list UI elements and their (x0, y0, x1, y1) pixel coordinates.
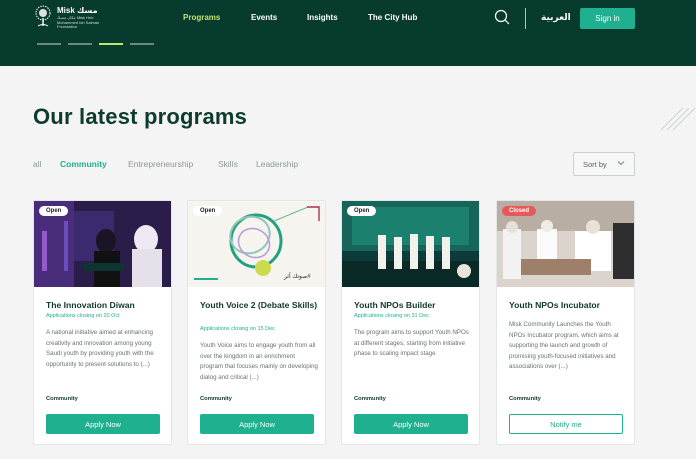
closing-date: Applications closing on 15 Dec (200, 326, 275, 332)
decorative-lines-icon (660, 108, 696, 130)
filter-entrepreneurship[interactable]: Entrepreneurship (128, 159, 193, 169)
tree-logo-icon (35, 5, 51, 27)
page-title: Our latest programs (33, 104, 248, 129)
program-card[interactable]: Open صوتك أثر# Youth Voice 2 (Debate Ski… (187, 200, 326, 445)
program-description: Misk Community Launches the Youth NPOs I… (509, 321, 619, 371)
program-category: Community (509, 396, 541, 402)
status-badge: Closed (502, 206, 537, 216)
sort-label: Sort by (583, 159, 607, 169)
slide-dot[interactable] (37, 43, 61, 45)
nav-events[interactable]: Events (251, 13, 281, 22)
slide-dot[interactable] (130, 43, 154, 45)
program-title[interactable]: The Innovation Diwan (46, 299, 164, 312)
filter-leadership[interactable]: Leadership (256, 159, 298, 169)
program-title[interactable]: Youth Voice 2 (Debate Skills) (200, 299, 318, 312)
nav-city-hub[interactable]: The City Hub (368, 13, 428, 22)
slide-dot[interactable] (68, 43, 92, 45)
program-card[interactable]: Open Youth NPOs Builder Applications clo… (341, 200, 480, 445)
top-header: Misk مسك مكان مسك Misk Hub Mohammed bin … (0, 0, 696, 66)
program-category: Community (354, 396, 386, 402)
misk-logo[interactable]: Misk مسك مكان مسك Misk Hub Mohammed bin … (32, 5, 117, 31)
program-description: A national initiative aimed at enhancing… (46, 329, 154, 368)
image-hashtag: صوتك أثر# (284, 274, 311, 280)
language-switch[interactable]: العربية (541, 13, 571, 23)
status-badge: Open (193, 206, 223, 216)
apply-now-button[interactable]: Apply Now (200, 414, 314, 434)
chevron-down-icon (617, 161, 625, 166)
program-title[interactable]: Youth NPOs Incubator (509, 299, 627, 312)
program-card[interactable]: Open The Innovation Diwan Applications c… (33, 200, 172, 445)
filter-community[interactable]: Community (60, 159, 107, 169)
search-icon[interactable] (494, 9, 510, 25)
apply-now-button[interactable]: Apply Now (354, 414, 468, 434)
status-badge: Open (347, 206, 377, 216)
sort-dropdown[interactable]: Sort by (573, 152, 635, 176)
apply-now-button[interactable]: Apply Now (46, 414, 160, 434)
program-card[interactable]: Closed Youth NPOs Incubator Misk Communi… (496, 200, 635, 445)
program-category: Community (200, 396, 232, 402)
slide-indicators (37, 43, 161, 45)
nav-insights[interactable]: Insights (307, 13, 347, 22)
header-divider (525, 8, 526, 29)
nav-programs[interactable]: Programs (183, 13, 223, 22)
program-title[interactable]: Youth NPOs Builder (354, 299, 472, 312)
signin-button[interactable]: Sign in (580, 8, 635, 29)
program-description: Youth Voice aims to engage youth from al… (200, 342, 318, 381)
closing-date: Applications closing on 31 Dec (354, 313, 429, 319)
notify-me-button[interactable]: Notify me (509, 414, 623, 434)
slide-dot-active[interactable] (99, 43, 123, 45)
closing-date: Applications closing on 20 Oct (46, 313, 120, 319)
status-badge: Open (39, 206, 69, 216)
filter-all[interactable]: all (33, 159, 42, 169)
logo-tagline: Mohammed bin Salman Foundation (57, 20, 100, 29)
program-category: Community (46, 396, 78, 402)
program-description: The program aims to support Youth NPOs a… (354, 329, 469, 358)
filter-skills[interactable]: Skills (218, 159, 238, 169)
logo-name: Misk مسك (57, 6, 98, 15)
